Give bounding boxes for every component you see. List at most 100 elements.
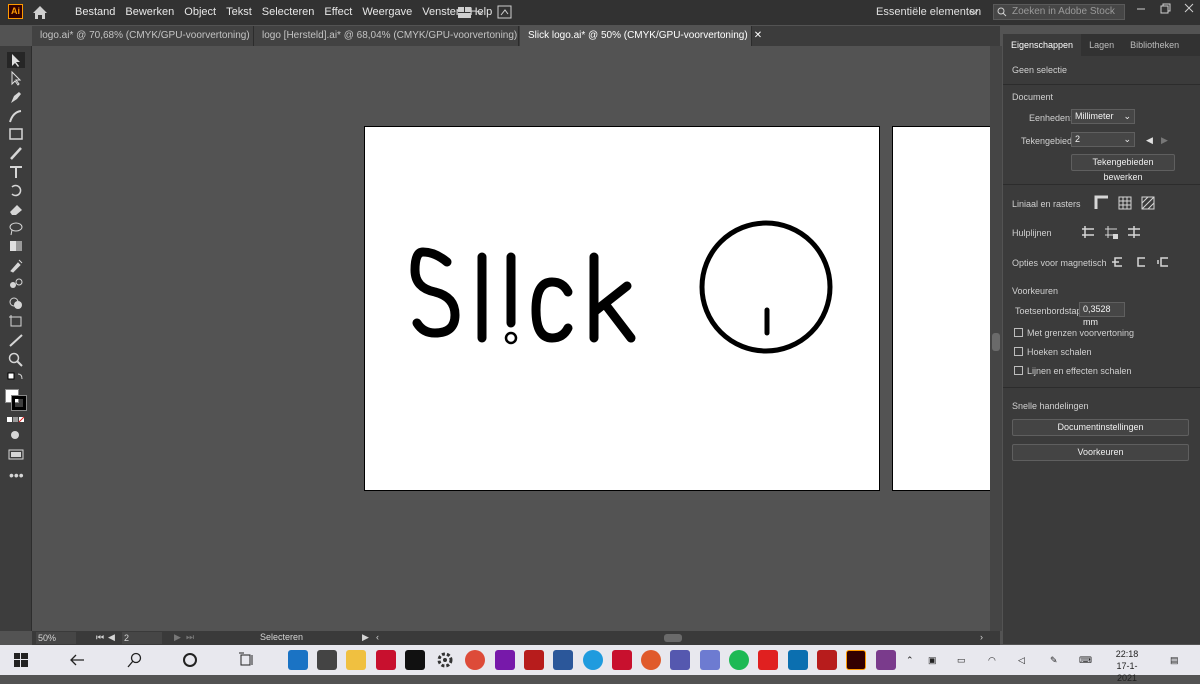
more-tools-icon[interactable]: •••	[9, 468, 24, 482]
meet-now-icon[interactable]: ▣	[928, 645, 937, 675]
screen-mode-icon[interactable]	[7, 446, 25, 462]
tab-eigenschappen[interactable]: Eigenschappen	[1003, 34, 1082, 56]
windows-start-icon[interactable]	[14, 653, 28, 667]
rectangle-tool-icon[interactable]	[7, 126, 25, 142]
lock-guides-icon[interactable]	[1103, 224, 1119, 240]
winrar-icon[interactable]	[876, 650, 896, 670]
preferences-button[interactable]: Voorkeuren	[1012, 444, 1189, 461]
vertical-scrollbar[interactable]	[990, 46, 1002, 631]
solidworks-2-icon[interactable]	[817, 650, 837, 670]
drawing-modes-icon[interactable]	[7, 427, 25, 443]
keyboard-icon[interactable]: ⌨	[1079, 645, 1092, 675]
illustrator-taskbar-icon[interactable]	[846, 650, 866, 670]
menu-object[interactable]: Object	[179, 0, 221, 25]
task-view-icon[interactable]	[238, 652, 256, 668]
grid-icon[interactable]	[1117, 195, 1133, 211]
lasso-tool-icon[interactable]	[7, 220, 25, 236]
type-tool-icon[interactable]	[7, 164, 25, 180]
restore-icon[interactable]	[1160, 3, 1171, 14]
tab-logo-hersteld[interactable]: logo [Hersteld].ai* @ 68,04% (CMYK/GPU-v…	[254, 26, 532, 46]
scroll-thumb[interactable]	[992, 333, 1000, 351]
store-app-icon[interactable]	[317, 650, 337, 670]
canvas[interactable]	[32, 46, 990, 631]
curvature-tool-icon[interactable]	[7, 108, 25, 124]
photos-icon[interactable]	[788, 650, 808, 670]
menu-bewerken[interactable]: Bewerken	[120, 0, 179, 25]
swap-fill-stroke-icon[interactable]	[7, 371, 25, 387]
stroke-color-swatch[interactable]	[11, 395, 27, 411]
zoom-select[interactable]: 50%	[36, 632, 76, 644]
checkbox-scale-corners[interactable]	[1014, 347, 1023, 356]
tab-bibliotheken[interactable]: Bibliotheken	[1122, 34, 1187, 56]
workspace-switcher[interactable]: Essentiële elementen	[876, 0, 981, 25]
horizontal-scroll-thumb[interactable]	[664, 634, 682, 642]
previous-artboard-icon[interactable]: ◀	[1146, 135, 1153, 146]
stock-search-input[interactable]: Zoeken in Adobe Stock	[993, 4, 1125, 20]
pen-tool-icon[interactable]	[7, 89, 25, 105]
solidworks-icon[interactable]	[524, 650, 544, 670]
settings-gear-icon[interactable]	[435, 650, 455, 670]
acrobat-icon[interactable]	[758, 650, 778, 670]
document-settings-button[interactable]: Documentinstellingen	[1012, 419, 1189, 436]
notifications-icon[interactable]: ▤	[1170, 645, 1179, 675]
smart-guides-icon[interactable]	[1126, 224, 1142, 240]
orange-app-icon[interactable]	[641, 650, 661, 670]
tray-chevron-up-icon[interactable]: ⌃	[906, 645, 914, 675]
status-menu-icon[interactable]: ▶	[362, 632, 369, 643]
netflix-icon[interactable]	[405, 650, 425, 670]
first-artboard-icon[interactable]: ⏮	[96, 632, 104, 643]
transparency-grid-icon[interactable]	[1140, 195, 1156, 211]
menu-bestand[interactable]: Bestand	[70, 0, 120, 25]
mcafee-shield-icon[interactable]	[612, 650, 632, 670]
back-arrow-icon[interactable]	[69, 653, 85, 667]
tab-logo[interactable]: logo.ai* @ 70,68% (CMYK/GPU-voorvertonin…	[32, 26, 264, 46]
artboard-secondary[interactable]	[892, 126, 990, 491]
menu-weergave[interactable]: Weergave	[357, 0, 417, 25]
search-icon[interactable]	[127, 652, 143, 668]
keyboard-increment-field[interactable]: 0,3528 mm	[1079, 302, 1125, 327]
blend-tool-icon[interactable]	[7, 276, 25, 292]
pen-icon[interactable]: ✎	[1050, 645, 1058, 675]
ruler-icon[interactable]	[1094, 195, 1110, 211]
snap-to-glyph-icon[interactable]	[1156, 254, 1172, 270]
paintbrush-tool-icon[interactable]	[7, 145, 25, 161]
previous-artboard-icon[interactable]: ◀	[108, 632, 115, 643]
gpu-performance-icon[interactable]	[497, 5, 512, 19]
close-icon[interactable]	[1184, 3, 1194, 13]
file-explorer-icon[interactable]	[346, 650, 366, 670]
tab-slick-logo[interactable]: Slick logo.ai* @ 50% (CMYK/GPU-voorverto…	[520, 26, 762, 46]
home-icon[interactable]	[32, 5, 48, 20]
scroll-left-icon[interactable]: ‹	[376, 632, 379, 642]
onenote-icon[interactable]	[495, 650, 515, 670]
snap-to-pixel-icon[interactable]	[1133, 254, 1149, 270]
spotify-icon[interactable]	[729, 650, 749, 670]
gradient-tool-icon[interactable]	[7, 238, 25, 254]
artboard-main[interactable]	[364, 126, 880, 491]
word-icon[interactable]	[553, 650, 573, 670]
mcafee-icon[interactable]	[376, 650, 396, 670]
checkbox-preview-bounds[interactable]	[1014, 328, 1023, 337]
rotate-tool-icon[interactable]	[7, 182, 25, 198]
eraser-tool-icon[interactable]	[7, 201, 25, 217]
wifi-icon[interactable]: ◠	[988, 645, 996, 675]
checkbox-scale-strokes[interactable]	[1014, 366, 1023, 375]
eyedropper-tool-icon[interactable]	[7, 257, 25, 273]
show-guides-icon[interactable]	[1080, 224, 1096, 240]
app-logo-icon[interactable]: Ai	[8, 4, 23, 19]
clock[interactable]: 22:18 17-1-2021	[1107, 648, 1147, 684]
snip-icon[interactable]	[700, 650, 720, 670]
volume-icon[interactable]: ◁	[1018, 645, 1025, 675]
tab-lagen[interactable]: Lagen	[1081, 34, 1122, 56]
snap-to-point-icon[interactable]	[1110, 254, 1126, 270]
units-select[interactable]: Millimeter ⌄	[1071, 109, 1135, 124]
zoom-tool-icon[interactable]	[7, 351, 25, 367]
artboard-nav-select[interactable]: 2	[122, 632, 162, 644]
menu-tekst[interactable]: Tekst	[221, 0, 257, 25]
arrange-documents-icon[interactable]	[458, 6, 486, 19]
edit-artboards-button[interactable]: Tekengebieden bewerken	[1071, 154, 1175, 182]
minimize-icon[interactable]	[1136, 4, 1146, 14]
edge-icon[interactable]	[583, 650, 603, 670]
artboard-select[interactable]: 2 ⌄	[1071, 132, 1135, 147]
menu-effect[interactable]: Effect	[319, 0, 357, 25]
cortana-icon[interactable]	[182, 652, 198, 668]
